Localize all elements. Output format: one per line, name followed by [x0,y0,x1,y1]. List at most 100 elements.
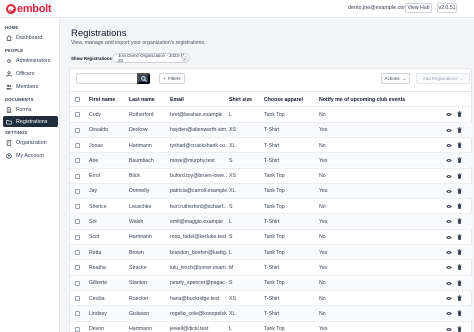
user-email: demo.joe@example.com [348,5,408,11]
delete-icon[interactable] [457,264,462,271]
column-header-last-name[interactable]: Last name [129,92,169,107]
row-checkbox[interactable] [75,142,80,148]
shirt-size-cell: XL [229,142,236,149]
delete-icon[interactable] [457,233,462,240]
shirt-size-cell: L [229,111,232,118]
row-checkbox[interactable] [75,112,80,118]
row-checkbox[interactable] [75,311,80,317]
section-label-home: HOME [5,25,19,30]
table-row[interactable]: Osvaldo Deckow hayden@altenwerth-sim… XS T-S… [70,121,473,137]
first-name-cell: Reatha [89,264,106,271]
table-row[interactable]: Sol Walsh emil@maggio.example L T-Shirt Yes [70,213,473,229]
email-cell: emil@maggio.example [170,219,223,226]
view-icon[interactable] [446,327,452,332]
sidebar-item-organization[interactable]: Organization [3,137,58,148]
logo[interactable]: embolt [6,3,52,15]
table-row[interactable]: Jonas Hartmann tyshad@cruickshank-cu… XL T-S… [70,136,473,152]
column-header-notify[interactable]: Notify me of upcoming club events [319,92,439,107]
sidebar-item-dashboard[interactable]: Dashboard [3,32,58,43]
delete-icon[interactable] [457,187,462,194]
row-checkbox[interactable] [75,280,80,286]
column-header-first-name[interactable]: First name [89,92,127,107]
delete-icon[interactable] [457,157,462,164]
first-name-cell: Jonas [89,142,103,149]
table-row[interactable]: Lindsey Gislason rogelio_cole@konopelsk… XL… [70,305,473,321]
row-checkbox[interactable] [75,173,80,179]
view-icon[interactable] [446,235,452,240]
search-button[interactable] [137,73,150,84]
sidebar-item-members[interactable]: Members [3,81,58,92]
table-row[interactable]: Cecilia Ruecker hana@buckridge.test XS T-Shi… [70,289,473,305]
table-row[interactable]: Reatha Stracke lulu_lesch@turner.exam… M T-S… [70,259,473,274]
search-input[interactable] [76,73,138,84]
email-cell: rogelio_cole@konopelsk… [170,310,227,317]
table-row[interactable]: Scot Hartmann rosa_fadel@kerluke.test S Tank… [70,228,473,244]
view-icon[interactable] [446,250,452,255]
view-icon[interactable] [446,143,452,148]
row-checkbox[interactable] [75,265,80,271]
view-icon[interactable] [446,204,452,209]
organization-select[interactable]: Join Demo Organization - 2023-11-20 ⌄ [112,53,190,63]
last-name-cell: Hartmann [129,142,152,149]
view-icon[interactable] [446,296,452,301]
table-row[interactable]: Cody Rutherford bret@beahan.example L Tank T… [70,106,473,121]
table-row[interactable]: Retta Brown brandon_boehm@luettg… L Tank Top… [70,244,473,260]
notify-cell: Yes [319,157,328,164]
table-row[interactable]: Gilberte Stanton pearly_spencer@pagac-j… S T… [70,274,473,290]
delete-icon[interactable] [457,249,462,255]
top-bar: embolt demo.joe@example.com View Hub v2.… [0,0,474,18]
row-checkbox[interactable] [75,188,80,194]
view-icon[interactable] [446,219,452,224]
row-checkbox[interactable] [75,204,80,210]
add-registrations-button[interactable]: Add Registrations ⌄ [416,73,470,84]
sidebar-item-forms[interactable]: Forms [3,104,58,115]
select-all-checkbox[interactable] [75,97,80,102]
table-row[interactable]: Sherice Leuschke burl.rutherford@schaef… S T… [70,198,473,213]
delete-icon[interactable] [457,279,462,286]
view-icon[interactable] [446,112,452,117]
view-icon[interactable] [446,311,452,316]
table-row[interactable]: Errol Blick buford.toy@bruen-lowe… XS Tank T… [70,167,473,183]
sidebar-item-officers[interactable]: Officers [3,68,58,79]
actions-button[interactable]: Actions ⌄ [381,73,410,84]
column-header-shirt-size[interactable]: Shirt size [229,92,260,107]
delete-icon[interactable] [457,218,462,225]
column-header-email[interactable]: Email [170,92,227,107]
delete-icon[interactable] [457,126,462,133]
view-icon[interactable] [446,128,452,133]
row-checkbox[interactable] [75,326,80,332]
chevron-down-icon: ⌄ [402,75,407,81]
delete-icon[interactable] [457,295,462,301]
sidebar-item-administrators[interactable]: Administrators [3,55,58,66]
view-icon[interactable] [446,281,452,286]
view-icon[interactable] [446,265,452,270]
delete-icon[interactable] [457,203,462,209]
table-row[interactable]: Arie Baumbach mose@murphy.test S T-Shirt Yes [70,152,473,168]
row-checkbox[interactable] [75,295,80,301]
delete-icon[interactable] [457,111,462,118]
filters-button[interactable]: + Filters [159,73,185,84]
delete-icon[interactable] [457,325,462,332]
view-icon[interactable] [446,158,452,163]
view-hub-button[interactable]: View Hub [405,3,432,13]
sidebar-item-my-account[interactable]: My Account [3,150,58,161]
row-checkbox[interactable] [75,250,80,255]
actions-label: Actions [384,76,400,81]
row-checkbox[interactable] [75,234,80,240]
view-icon[interactable] [446,174,452,179]
chevron-down-icon: ⌄ [181,55,188,62]
sidebar-item-registrations[interactable]: Registrations [3,116,58,127]
column-header-choose-apparel[interactable]: Choose apparel [264,92,316,107]
view-icon[interactable] [446,189,452,194]
notify-cell: No [319,111,326,118]
sidebar-item-label: Registrations [16,118,48,125]
row-checkbox[interactable] [75,127,80,133]
row-checkbox[interactable] [75,158,80,164]
table-row[interactable]: Jay Donnelly patricia@carroll.example XL Tan… [70,182,473,199]
delete-icon[interactable] [457,172,462,179]
account-icon [6,152,12,159]
delete-icon[interactable] [457,142,462,148]
table-row[interactable]: Devon Hartmann jewell@dicki.test L Tank Top Y… [70,320,473,332]
row-checkbox[interactable] [75,219,80,225]
delete-icon[interactable] [457,310,462,317]
